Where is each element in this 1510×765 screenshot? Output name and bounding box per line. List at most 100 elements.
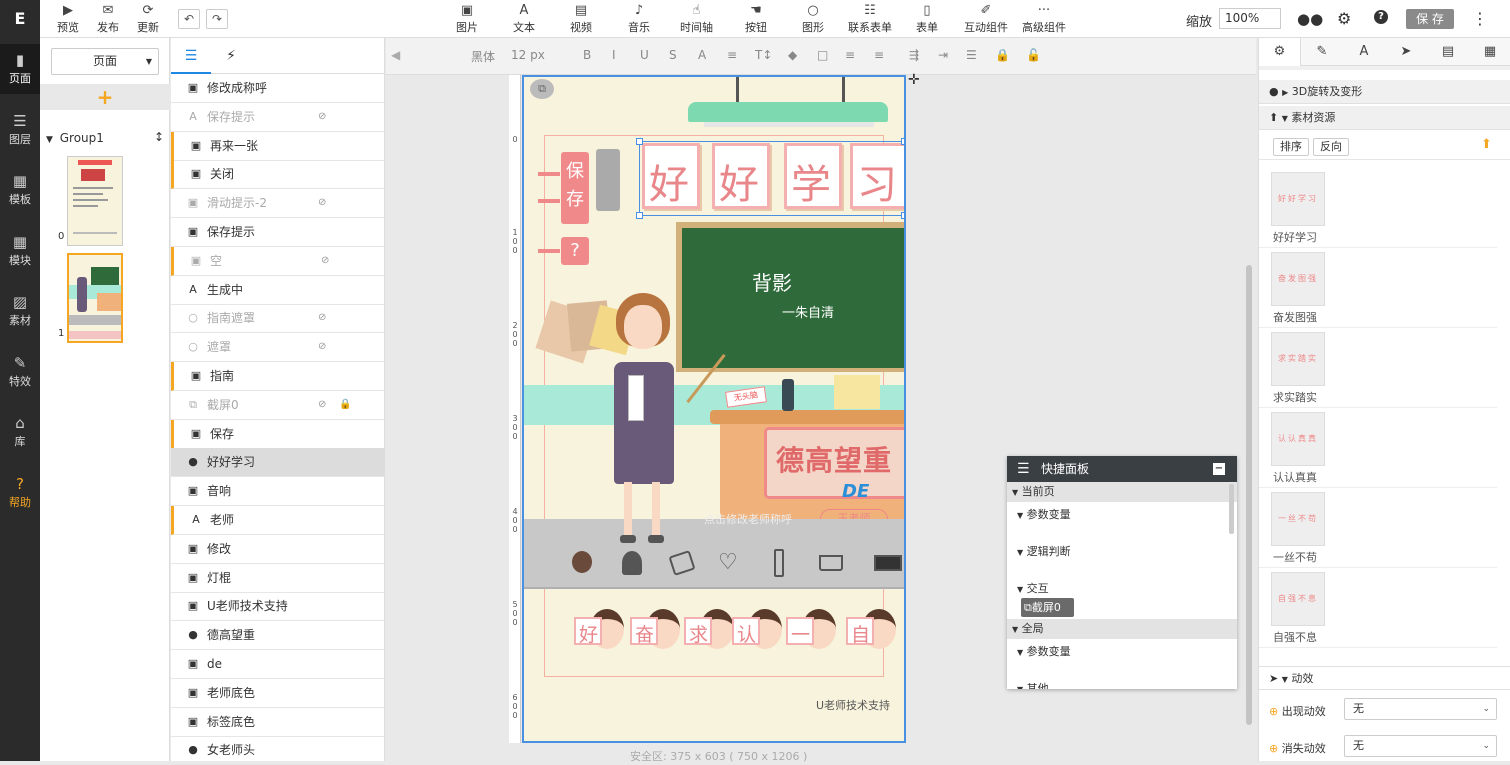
layer-row[interactable]: ▣ 灯棍 xyxy=(171,564,385,593)
format-tool-icon[interactable]: ☰ xyxy=(966,48,977,62)
component-button-3[interactable]: ♪ 音乐 xyxy=(628,3,650,35)
layer-row[interactable]: ▣ 指南 xyxy=(171,362,385,391)
drag-handle-icon[interactable]: ↕ xyxy=(154,130,164,144)
eye-off-icon[interactable]: ⊘ xyxy=(318,304,326,332)
preview-button[interactable]: ▶ 预览 xyxy=(56,3,80,35)
component-button-4[interactable]: ☝ 时间轴 xyxy=(680,3,713,35)
layer-row[interactable]: ▣ 关闭 xyxy=(171,160,385,190)
component-button-10[interactable]: ··· 高级组件 xyxy=(1022,3,1066,35)
quick-panel-header[interactable]: ☰ 快捷面板 − xyxy=(1007,456,1237,482)
interact-item[interactable]: ▼ 交互 xyxy=(1017,580,1049,596)
format-tool-icon[interactable]: A xyxy=(698,48,706,62)
format-tool-icon[interactable]: 🔒 xyxy=(995,48,1010,62)
update-button[interactable]: ⟳ 更新 xyxy=(136,3,160,35)
layer-row[interactable]: ▣ 音响 xyxy=(171,477,385,507)
asset-item[interactable]: 奋发图强 奋发图强 xyxy=(1259,248,1497,328)
group-header[interactable]: ▼ Group1 xyxy=(46,131,104,145)
asset-thumbnail[interactable]: 好好学习 xyxy=(1271,172,1325,226)
page-type-select[interactable]: 页面 ▼ xyxy=(51,48,159,75)
nav-library[interactable]: ⌂ 库 xyxy=(0,407,40,457)
layer-row[interactable]: ● 好好学习 xyxy=(171,448,385,478)
rotate-3d-section[interactable]: ● ▶ 3D旋转及变形 xyxy=(1259,80,1510,104)
layer-row[interactable]: ▣ 老师底色 xyxy=(171,679,385,708)
font-family-select[interactable]: 黑体 xyxy=(471,48,495,65)
format-tool-icon[interactable]: ⇶ xyxy=(909,48,919,62)
layer-row[interactable]: ▣ 再来一张 xyxy=(171,131,385,161)
table-icon[interactable]: ▦ xyxy=(1469,38,1510,66)
format-tool-icon[interactable]: □ xyxy=(817,48,828,62)
canvas-scrollbar[interactable] xyxy=(1246,265,1252,725)
format-tool-icon[interactable]: ≡ xyxy=(727,48,737,62)
asset-item[interactable]: 认认真真 认认真真 xyxy=(1259,408,1497,488)
component-button-5[interactable]: ☚ 按钮 xyxy=(745,3,767,35)
lightning-icon[interactable]: ⚡ xyxy=(211,38,251,74)
nav-help[interactable]: ? 帮助 xyxy=(0,468,40,518)
format-tool-icon[interactable]: ≡ xyxy=(874,48,884,62)
users-icon[interactable]: ●● xyxy=(1297,10,1323,28)
teacher-name-hint[interactable]: 点击修改老师称呼 xyxy=(704,511,792,527)
save-button[interactable]: 保 存 xyxy=(1406,9,1454,29)
layer-row[interactable]: ▣ 修改成称呼 xyxy=(171,74,385,103)
other-item[interactable]: ▼ 其他 xyxy=(1017,680,1049,689)
save-tag[interactable]: 保存 xyxy=(561,152,589,224)
eye-off-icon[interactable]: ⊘ xyxy=(318,189,326,217)
component-button-1[interactable]: A 文本 xyxy=(513,3,535,35)
settings-icon[interactable]: ⚙ xyxy=(1337,9,1351,28)
layer-row[interactable]: A 老师 xyxy=(171,506,385,535)
font-size-input[interactable]: 12 px xyxy=(511,48,545,62)
eye-off-icon[interactable]: ⊘ xyxy=(321,247,329,275)
format-tool-icon[interactable]: S xyxy=(669,48,677,62)
asset-thumbnail[interactable]: 自强不息 xyxy=(1271,572,1325,626)
collapse-icon[interactable]: − xyxy=(1213,463,1225,475)
layer-row[interactable]: ○ 遮罩 ⊘ xyxy=(171,333,385,363)
asset-item[interactable]: 求实踏实 求实踏实 xyxy=(1259,328,1497,408)
image-button[interactable]: ▣ 图片 xyxy=(456,3,478,35)
format-tool-icon[interactable]: 🔓 xyxy=(1026,48,1041,62)
layer-row[interactable]: ○ 指南遮罩 ⊘ xyxy=(171,304,385,334)
animation-section[interactable]: ➤ ▼ 动效 xyxy=(1259,666,1510,690)
layer-row[interactable]: ● 德高望重 xyxy=(171,621,385,651)
format-tool-icon[interactable]: B xyxy=(583,48,591,62)
nav-materials[interactable]: ▨ 素材 xyxy=(0,286,40,336)
current-page-section[interactable]: ▼ 当前页 xyxy=(1007,482,1237,502)
layer-row[interactable]: A 生成中 xyxy=(171,276,385,305)
send-icon[interactable]: ➤ xyxy=(1385,38,1427,66)
params-item[interactable]: ▼ 参数变量 xyxy=(1017,506,1071,522)
eye-off-icon[interactable]: ⊘ xyxy=(318,391,326,419)
format-tool-icon[interactable]: T↕ xyxy=(755,48,772,62)
add-page-button[interactable]: + xyxy=(40,84,170,110)
selection-box[interactable] xyxy=(639,141,904,216)
upload-icon[interactable]: ⬆ xyxy=(1481,137,1492,152)
undo-button[interactable]: ↶ xyxy=(178,9,200,29)
nav-page[interactable]: ▮ 页面 xyxy=(0,44,40,94)
nav-templates[interactable]: ▦ 模板 xyxy=(0,165,40,215)
layer-row[interactable]: ▣ de xyxy=(171,650,385,679)
phone-canvas[interactable]: ⧉ 保存 ? 好好学习 背影 一朱自清 德高望重 王老师 DE 无头脑 点击修改… xyxy=(522,75,906,743)
asset-thumbnail[interactable]: 求实踏实 xyxy=(1271,332,1325,386)
nav-modules[interactable]: ▦ 模块 xyxy=(0,226,40,276)
asset-item[interactable]: 自强不息 自强不息 xyxy=(1259,568,1497,648)
tube-icon[interactable] xyxy=(774,549,784,577)
component-button-2[interactable]: ▤ 视频 xyxy=(570,3,592,35)
layer-row[interactable]: A 保存提示 ⊘ xyxy=(171,103,385,132)
format-tool-icon[interactable]: ≡ xyxy=(845,48,855,62)
asset-item[interactable]: 好好学习 好好学习 xyxy=(1259,168,1497,248)
layer-row[interactable]: ▣ 滑动提示-2 ⊘ xyxy=(171,189,385,219)
asset-item[interactable]: 一丝不苟 一丝不苟 xyxy=(1259,488,1497,568)
copy-icon[interactable]: ⧉ xyxy=(530,79,554,99)
lock-icon[interactable]: 🔒 xyxy=(339,391,351,419)
nav-effects[interactable]: ✎ 特效 xyxy=(0,347,40,397)
logic-item[interactable]: ▼ 逻辑判断 xyxy=(1017,543,1071,559)
font-icon[interactable]: A xyxy=(1343,38,1385,66)
layer-row[interactable]: ▣ 标签底色 xyxy=(171,708,385,737)
format-tool-icon[interactable]: I xyxy=(612,48,616,62)
layer-row[interactable]: ▣ 保存提示 xyxy=(171,218,385,247)
more-menu-icon[interactable]: ⋮ xyxy=(1472,9,1488,28)
layer-row[interactable]: ▣ U老师技术支持 xyxy=(171,592,385,622)
disappear-effect-select[interactable]: 无 ⌄ xyxy=(1344,735,1497,757)
page-thumbnail[interactable] xyxy=(67,156,123,246)
eye-off-icon[interactable]: ⊘ xyxy=(318,103,326,131)
layer-row[interactable]: ▣ 空 ⊘ xyxy=(171,246,385,276)
nav-layers[interactable]: ☰ 图层 xyxy=(0,105,40,155)
component-button-8[interactable]: ▯ 表单 xyxy=(916,3,938,35)
